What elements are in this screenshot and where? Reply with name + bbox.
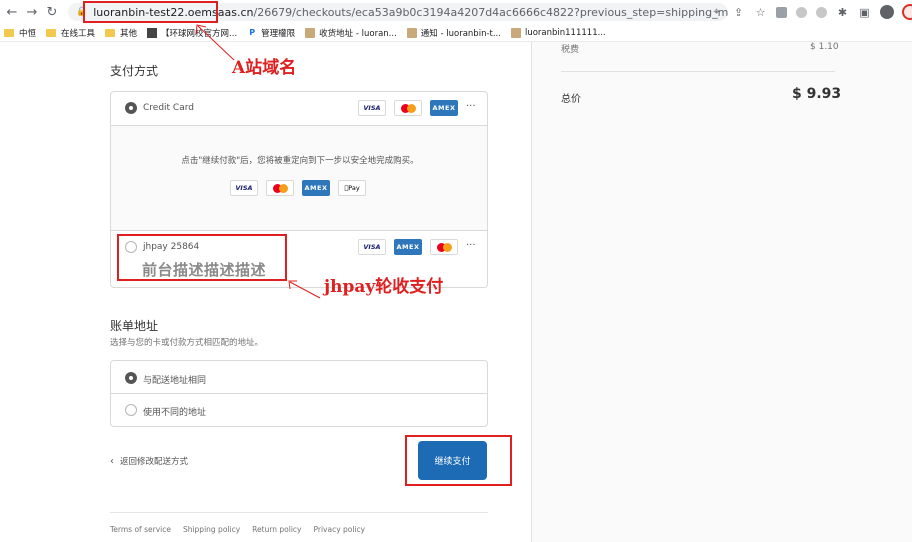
mastercard-icon [430, 239, 458, 255]
same-address-radio[interactable] [125, 372, 137, 384]
domain-annotation: A站域名 [232, 58, 297, 78]
bookmark-item[interactable]: luoranbin111111... [510, 27, 606, 38]
image-icon [406, 27, 417, 38]
bookmark-label: 其他 [120, 28, 138, 39]
profile-icon[interactable] [902, 4, 912, 20]
bookmark-label: 在线工具 [61, 28, 96, 39]
reload-icon[interactable]: ↻ [42, 2, 62, 22]
credit-card-row[interactable]: Credit Card VISA AMEX ··· [111, 92, 487, 126]
visa-icon: VISA [358, 100, 386, 116]
jhpay-annotation: jhpay轮收支付 [324, 277, 444, 297]
redirect-notice: 点击"继续付款"后，您将被重定向到下一步以安全地完成购买。 [181, 156, 419, 166]
return-policy-link[interactable]: Return policy [252, 525, 301, 534]
footer-divider [110, 512, 488, 513]
footer-links: Terms of service Shipping policy Return … [110, 525, 365, 534]
forward-arrow-icon[interactable]: → [22, 2, 42, 22]
bookmark-item[interactable]: 在线工具 [46, 27, 95, 39]
extension-icon[interactable] [776, 6, 787, 18]
mastercard-icon [266, 180, 294, 196]
return-to-shipping-link[interactable]: ‹ 返回修改配送方式 [110, 455, 189, 468]
total-value: $ 9.93 [792, 86, 842, 102]
extension-round-icon[interactable] [796, 6, 807, 18]
p-icon: P [249, 28, 256, 37]
bookmark-label: 管理權限 [261, 28, 296, 39]
apple-pay-icon: Pay [338, 180, 366, 196]
image-icon [305, 27, 316, 38]
bookmark-item[interactable]: 通知 - luoranbin-t... [406, 27, 501, 39]
summary-partial-value: $ 1.10 [810, 42, 839, 52]
total-label: 总价 [561, 94, 581, 105]
avatar[interactable] [880, 5, 894, 19]
extension-round-icon-2[interactable] [816, 6, 827, 18]
more-cards-icon: ··· [466, 101, 476, 112]
amex-icon: AMEX [430, 100, 458, 116]
credit-card-radio[interactable] [125, 102, 137, 114]
terms-link[interactable]: Terms of service [110, 525, 171, 534]
amex-icon: AMEX [394, 239, 422, 255]
payment-title: 支付方式 [110, 64, 159, 78]
amex-icon: AMEX [302, 180, 330, 196]
different-address-option[interactable]: 使用不同的地址 [111, 394, 487, 427]
bookmark-label: 收货地址 - luoran... [319, 28, 397, 39]
bookmark-item[interactable]: P 管理權限 [247, 27, 295, 39]
folder-icon [105, 28, 116, 37]
more-cards-icon: ··· [466, 240, 476, 251]
visa-icon: VISA [358, 239, 386, 255]
order-summary-panel: 税费 $ 1.10 总价 $ 9.93 [531, 42, 912, 542]
url-path: /26679/checkouts/eca53a9b0c3194a4207d4ac… [253, 5, 728, 19]
puzzle-icon[interactable]: ✱ [836, 6, 849, 19]
browser-toolbar: ← → ↻ 🔒 luoranbin-test22.oemsaas.cn/2667… [0, 0, 912, 24]
bookmark-label: 通知 - luoranbin-t... [420, 28, 501, 39]
sidebar-icon[interactable]: ▣ [858, 6, 871, 19]
summary-partial-label: 税费 [561, 45, 580, 55]
folder-icon [46, 28, 57, 37]
bookmark-item[interactable]: 收货地址 - luoran... [305, 27, 397, 39]
image-icon [510, 27, 521, 38]
billing-title: 账单地址 [110, 319, 159, 333]
mastercard-icon [394, 100, 422, 116]
folder-icon [4, 28, 14, 37]
continue-payment-button[interactable]: 继续支付 [418, 441, 487, 480]
billing-address-box: 与配送地址相同 使用不同的地址 [110, 360, 488, 427]
bookmark-label: 中恒 [19, 28, 37, 39]
credit-card-detail: 点击"继续付款"后，您将被重定向到下一步以安全地完成购买。 VISA AMEX … [111, 126, 487, 231]
jhpay-annotation-arrow [288, 280, 321, 299]
billing-subtitle: 选择与您的卡或付款方式相匹配的地址。 [110, 338, 264, 348]
credit-card-label: Credit Card [143, 103, 194, 113]
bookmark-label: luoranbin111111... [524, 27, 606, 38]
share-icon[interactable]: ⇪ [732, 6, 745, 19]
grid-icon [147, 27, 158, 38]
bookmark-item[interactable]: 其他 [105, 27, 137, 39]
different-address-label: 使用不同的地址 [143, 408, 207, 418]
return-label: 返回修改配送方式 [120, 457, 189, 467]
star-icon[interactable]: ☆ [754, 6, 767, 19]
url-annotation-box [83, 1, 218, 23]
location-icon[interactable]: ⌖ [710, 5, 723, 19]
same-address-option[interactable]: 与配送地址相同 [111, 361, 487, 394]
chevron-left-icon: ‹ [110, 455, 114, 467]
back-arrow-icon[interactable]: ← [2, 2, 22, 22]
jhpay-description: 前台描述描述描述 [142, 261, 267, 279]
toolbar-icons: ⌖ ⇪ ☆ ✱ ▣ [710, 3, 894, 21]
bookmarks-bar: 中恒 在线工具 其他 【环球网校官方网... P 管理權限 收货地址 - luor… [0, 24, 912, 42]
same-address-label: 与配送地址相同 [143, 376, 207, 386]
different-address-radio[interactable] [125, 404, 137, 416]
privacy-policy-link[interactable]: Privacy policy [314, 525, 366, 534]
summary-divider [561, 71, 835, 72]
bookmark-item[interactable]: 中恒 [4, 27, 36, 39]
visa-icon: VISA [230, 180, 258, 196]
apple-pay-label: Pay [346, 184, 359, 192]
shipping-policy-link[interactable]: Shipping policy [183, 525, 240, 534]
